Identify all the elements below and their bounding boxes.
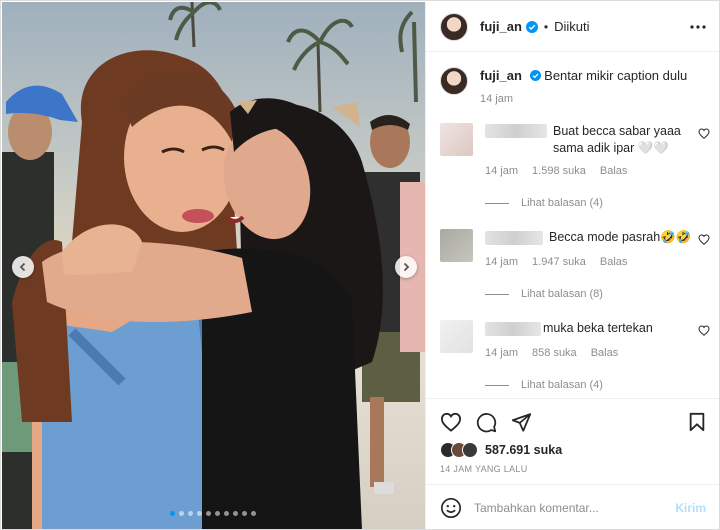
caption-text: Bentar mikir caption dulu (544, 68, 688, 83)
chevron-left-icon (18, 262, 28, 272)
comment-like-heart-icon[interactable] (698, 323, 710, 341)
comment-like-heart-icon[interactable] (698, 232, 710, 250)
likes-count[interactable]: 587.691 suka (485, 443, 562, 457)
comment-likes[interactable]: 1.947 suka (532, 256, 586, 268)
chevron-right-icon (401, 262, 411, 272)
instagram-post-window: fuji_an • Diikuti fuji_an Bentar mikir c… (0, 0, 720, 530)
author-username[interactable]: fuji_an (480, 19, 522, 34)
reply-button[interactable]: Balas (600, 256, 628, 268)
comment-meta: 14 jam 858 suka Balas (485, 347, 695, 359)
comment-avatar[interactable] (440, 320, 473, 353)
comment-text: Buat becca sabar yaaa sama adik ipar 🤍🤍 (553, 124, 681, 155)
replies-divider (485, 293, 509, 295)
comment-body: Buat becca sabar yaaa sama adik ipar 🤍🤍 … (485, 123, 695, 209)
reply-button[interactable]: Balas (600, 165, 628, 177)
comment-meta: 14 jam 1.598 suka Balas (485, 165, 695, 177)
comment-time: 14 jam (485, 165, 519, 177)
post-timestamp[interactable]: 14 JAM YANG LALU (440, 464, 706, 474)
comment-body: Becca mode pasrah🤣🤣 14 jam 1.947 suka Ba… (485, 229, 695, 300)
blurred-username (485, 124, 547, 138)
header-separator: • (543, 19, 549, 34)
comment-avatar[interactable] (440, 229, 473, 262)
carousel-dot (233, 511, 238, 516)
comment-text-line: Buat becca sabar yaaa sama adik ipar 🤍🤍 (485, 123, 695, 157)
carousel-dot (215, 511, 220, 516)
carousel-indicator (170, 511, 256, 516)
follow-status-button[interactable]: Diikuti (554, 19, 589, 34)
beach-photo-illustration (2, 2, 425, 529)
post-photo[interactable] (2, 2, 425, 529)
comment-meta: 14 jam 1.947 suka Balas (485, 256, 695, 268)
carousel-prev-button[interactable] (12, 256, 34, 278)
carousel-dot (206, 511, 211, 516)
view-replies-button[interactable]: Lihat balasan (4) (485, 379, 695, 391)
replies-divider (485, 202, 509, 204)
emoji-icon[interactable] (440, 497, 462, 519)
comment-avatar[interactable] (440, 123, 473, 156)
caption-time: 14 jam (480, 93, 514, 105)
comment-body: muka beka tertekan 14 jam 858 suka Balas… (485, 320, 695, 391)
view-replies-button[interactable]: Lihat balasan (4) (485, 197, 695, 209)
comment-text: muka beka tertekan (543, 321, 653, 335)
comment-input[interactable] (474, 500, 676, 515)
comment-text-line: Becca mode pasrah🤣🤣 (485, 229, 695, 246)
add-comment-bar: Kirim (426, 484, 719, 529)
carousel-dot (242, 511, 247, 516)
caption-body: fuji_an Bentar mikir caption dulu 14 jam (480, 67, 687, 105)
comment-item: muka beka tertekan 14 jam 858 suka Balas… (426, 320, 719, 391)
comment-icon[interactable] (476, 412, 497, 433)
caption-avatar[interactable] (440, 67, 468, 95)
verified-badge-icon (525, 20, 538, 33)
comment-like-heart-icon[interactable] (698, 126, 710, 144)
bookmark-icon[interactable] (688, 412, 706, 432)
replies-divider (485, 384, 509, 386)
comment-likes[interactable]: 858 suka (532, 347, 577, 359)
blurred-username (485, 321, 541, 336)
verified-badge-icon (529, 70, 541, 81)
caption-line: fuji_an Bentar mikir caption dulu (480, 67, 687, 85)
carousel-dot (251, 511, 256, 516)
post-header: fuji_an • Diikuti (426, 2, 719, 52)
comment-text-line: muka beka tertekan (485, 320, 695, 337)
view-replies-button[interactable]: Lihat balasan (8) (485, 288, 695, 300)
comment-item: Buat becca sabar yaaa sama adik ipar 🤍🤍 … (426, 123, 719, 209)
blurred-username (485, 230, 543, 245)
post-actions-section: 587.691 suka 14 JAM YANG LALU (426, 398, 719, 474)
caption-username[interactable]: fuji_an (480, 68, 522, 83)
view-replies-label: Lihat balasan (4) (521, 197, 603, 209)
likes-row: 587.691 suka (440, 442, 706, 458)
author-avatar[interactable] (440, 12, 468, 41)
caption: fuji_an Bentar mikir caption dulu 14 jam (426, 67, 719, 105)
comment-item: Becca mode pasrah🤣🤣 14 jam 1.947 suka Ba… (426, 229, 719, 300)
post-side-panel: fuji_an • Diikuti fuji_an Bentar mikir c… (425, 2, 719, 529)
comment-time: 14 jam (485, 347, 519, 359)
reply-button[interactable]: Balas (591, 347, 619, 359)
comment-time: 14 jam (485, 256, 519, 268)
comments-list: fuji_an Bentar mikir caption dulu 14 jam (426, 57, 719, 391)
comment-text: Becca mode pasrah🤣🤣 (549, 230, 692, 244)
heart-icon[interactable] (440, 412, 462, 432)
share-icon[interactable] (511, 412, 532, 432)
carousel-dot (170, 511, 175, 516)
more-options-icon[interactable] (690, 24, 706, 29)
action-bar (440, 407, 706, 437)
carousel-dot (224, 511, 229, 516)
send-comment-button[interactable]: Kirim (675, 501, 706, 515)
comment-likes[interactable]: 1.598 suka (532, 165, 586, 177)
carousel-dot (188, 511, 193, 516)
view-replies-label: Lihat balasan (8) (521, 288, 603, 300)
liker-avatar (462, 442, 478, 458)
caption-meta: 14 jam (480, 93, 687, 105)
view-replies-label: Lihat balasan (4) (521, 379, 603, 391)
carousel-dot (197, 511, 202, 516)
carousel-next-button[interactable] (395, 256, 417, 278)
carousel-dot (179, 511, 184, 516)
